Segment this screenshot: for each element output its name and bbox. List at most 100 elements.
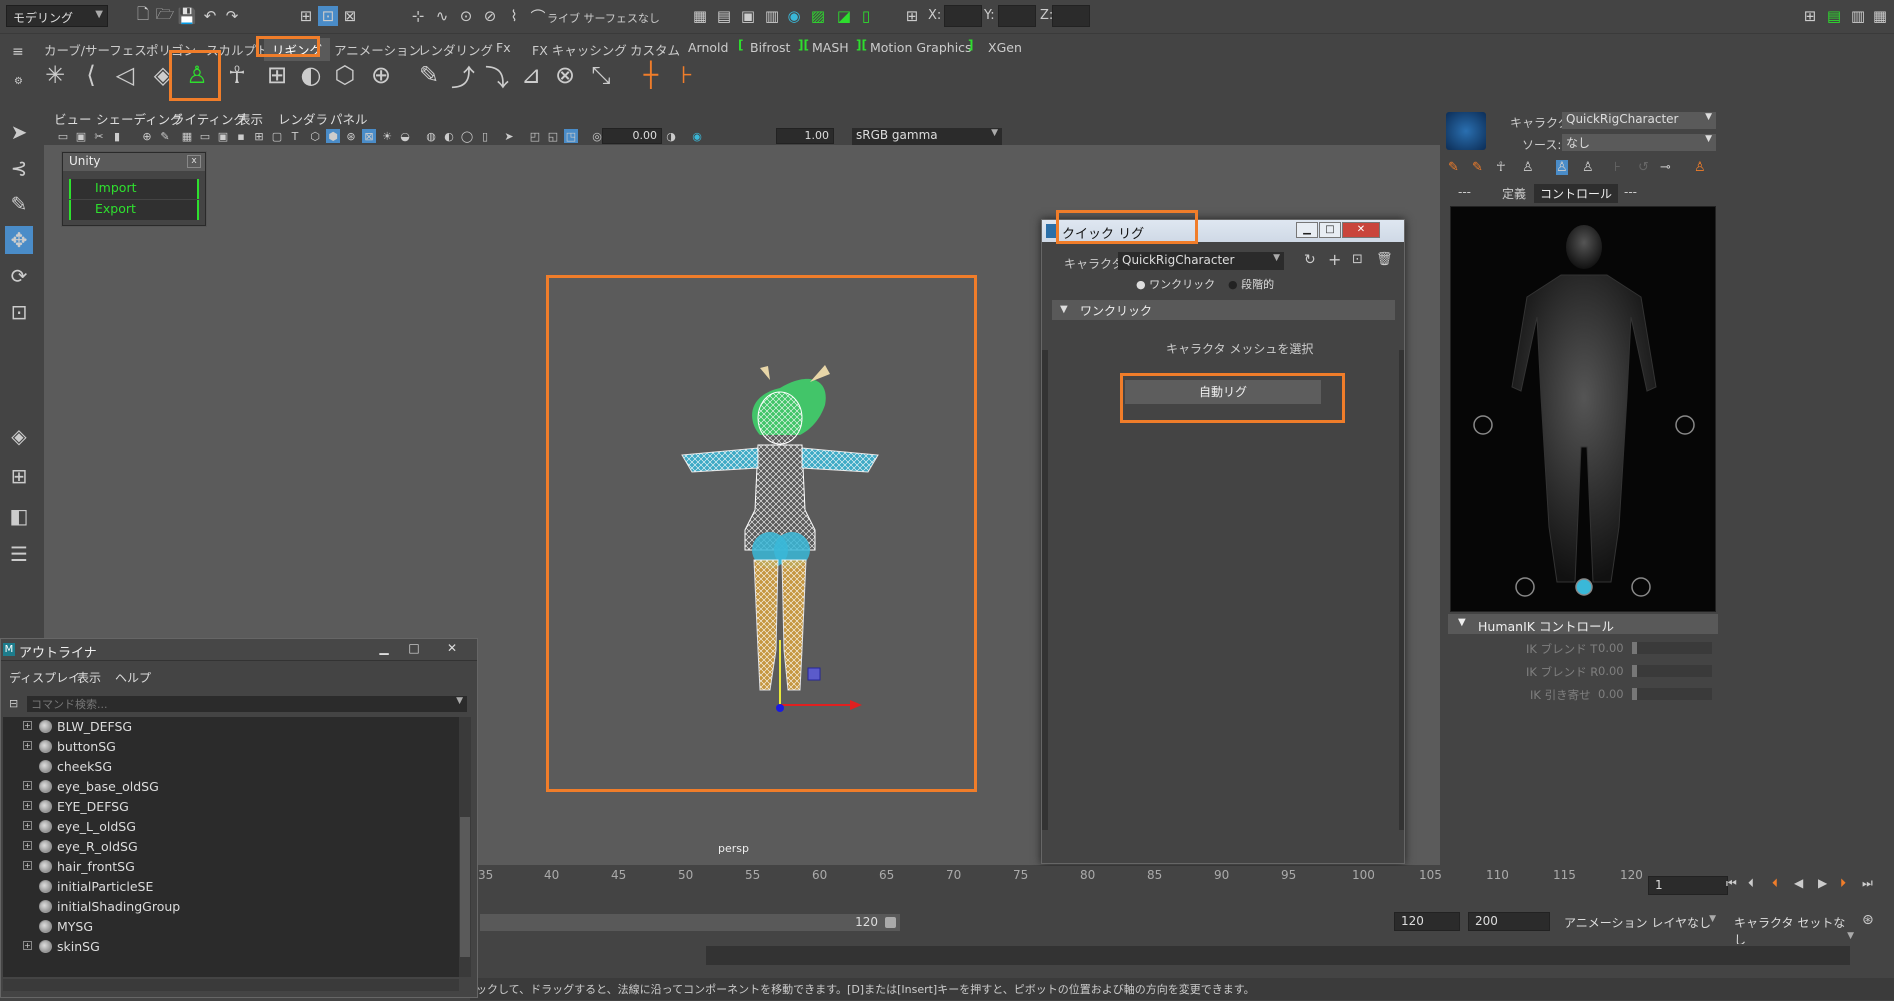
resolution-gate-icon[interactable]: ▣ [216, 129, 230, 143]
range-bar[interactable]: 120 [480, 914, 900, 931]
ik-spline-icon[interactable]: ◁ [110, 58, 140, 92]
hik-body-part-icon[interactable]: ♙ [1582, 160, 1594, 175]
film-gate-icon[interactable]: ▭ [198, 129, 212, 143]
list-item[interactable]: + EYE_DEFSG [3, 797, 459, 817]
character-wireframe[interactable] [620, 360, 940, 750]
xray-active-icon[interactable]: ◳ [564, 129, 578, 143]
dof-icon[interactable]: ▯ [478, 129, 492, 143]
expand-icon[interactable]: + [23, 941, 32, 950]
list-item[interactable]: + hair_frontSG [3, 857, 459, 877]
maximize-button[interactable]: □ [1319, 222, 1341, 238]
menu-panels[interactable]: パネル [330, 109, 368, 128]
list-item[interactable]: + buttonSG [3, 737, 459, 757]
ik-handle-icon[interactable]: ⟨ [76, 58, 106, 92]
parent-constraint-icon[interactable]: ⤴ [448, 58, 478, 92]
lattice-icon[interactable]: ⬡ [330, 58, 360, 92]
bind-skin-icon[interactable]: ⊞ [262, 58, 292, 92]
play-forward-icon[interactable]: ▶ [1818, 876, 1827, 890]
list-item[interactable]: cheekSG [3, 757, 459, 777]
attribute-editor-icon[interactable]: ▤ [1824, 6, 1844, 26]
aim-constraint-icon[interactable]: ⊗ [550, 58, 580, 92]
camera-attrs-icon[interactable]: ▣ [74, 129, 88, 143]
menu-shading[interactable]: シェーディング [96, 109, 183, 128]
one-click-section-header[interactable]: ▼ ワンクリック [1052, 300, 1395, 320]
snap-surface-icon[interactable]: ⌇ [504, 6, 524, 26]
single-layout-icon[interactable]: ◈ [5, 422, 33, 450]
move-tool-icon[interactable]: ✥ [5, 226, 33, 254]
qr-scrollbar-right[interactable] [1399, 350, 1404, 830]
hik-release-icon[interactable]: ↺ [1638, 160, 1649, 175]
hik-source-dropdown[interactable]: なし [1562, 134, 1716, 151]
channel-box-icon[interactable]: ▦ [1870, 6, 1890, 26]
hik-character-dropdown[interactable]: QuickRigCharacter [1562, 112, 1716, 129]
snap-point-icon[interactable]: ⊙ [456, 6, 476, 26]
smooth-bind-icon[interactable]: ◐ [296, 58, 326, 92]
hik-pin-icon[interactable]: ⊦ [1614, 160, 1621, 175]
ipr-render-icon[interactable]: ▣ [738, 6, 758, 26]
command-field[interactable] [706, 946, 1850, 965]
close-button[interactable]: ✕ [1342, 222, 1380, 238]
wire-on-shaded-icon[interactable]: ⊛ [344, 129, 358, 143]
unity-close-button[interactable]: x [187, 155, 201, 168]
expand-icon[interactable]: + [23, 841, 32, 850]
locator-icon[interactable]: ┼ [636, 58, 666, 92]
shadows-icon[interactable]: ◒ [398, 129, 412, 143]
character-set-dropdown[interactable]: キャラクタ セットなし [1728, 912, 1858, 947]
snap-grid-icon[interactable]: ⊹ [408, 6, 428, 26]
outliner-search-input[interactable]: コマンド検索... [27, 696, 467, 712]
expand-icon[interactable]: + [23, 741, 32, 750]
paint-weights-icon[interactable]: ✎ [414, 58, 444, 92]
outliner-menu-show[interactable]: 表示 [77, 669, 101, 686]
outliner-hscrollbar[interactable] [3, 979, 459, 991]
outliner-menu-help[interactable]: ヘルプ [115, 669, 151, 686]
motion-blur-icon[interactable]: ◐ [442, 129, 456, 143]
tab-xgen[interactable]: XGen [980, 38, 1030, 57]
hik-tab-4[interactable]: --- [1618, 184, 1643, 200]
max-frame-field[interactable]: 200 [1468, 912, 1550, 931]
modeling-toolkit-icon[interactable]: ⊞ [1800, 6, 1820, 26]
hik-tab-define[interactable]: 定義 [1496, 184, 1532, 203]
delete-icon[interactable]: 🗑 [1376, 252, 1393, 267]
safe-title-icon[interactable]: T [288, 129, 302, 143]
render-frame-icon[interactable]: ▤ [714, 6, 734, 26]
qr-scrollbar-left[interactable] [1042, 350, 1048, 830]
lights-icon[interactable]: ☀ [380, 129, 394, 143]
outliner-menu-display[interactable]: ディスプレイ [9, 669, 80, 686]
radio-step[interactable]: ● 段階的 [1228, 276, 1274, 292]
hik-edit-icon[interactable]: ✎ [1448, 160, 1459, 175]
list-item[interactable]: + eye_R_oldSG [3, 837, 459, 857]
grease-pencil-icon[interactable]: ✎ [158, 129, 172, 143]
snap-view-icon[interactable]: ⊘ [480, 6, 500, 26]
shelf-options-icon[interactable]: ⚙ [14, 76, 23, 87]
hik-stance-icon[interactable]: ♙ [1694, 160, 1706, 175]
menu-lighting[interactable]: ライティング [172, 109, 246, 128]
range-handle[interactable] [885, 917, 896, 928]
snap-curve-icon[interactable]: ∿ [432, 6, 452, 26]
arnold-render-icon[interactable]: ▨ [808, 6, 828, 26]
select-tool-icon[interactable]: ➤ [5, 118, 33, 146]
list-item[interactable]: initialParticleSE [3, 877, 459, 897]
shelf-menu-icon[interactable]: ≡ [12, 44, 24, 60]
humanik-body-view[interactable] [1450, 206, 1716, 612]
expand-icon[interactable]: + [23, 801, 32, 810]
tab-mash[interactable]: MASH [804, 38, 857, 57]
y-field[interactable] [998, 5, 1036, 27]
four-layout-icon[interactable]: ⊞ [5, 462, 33, 490]
exposure-field[interactable]: 0.00 [602, 128, 662, 144]
hik-tab-1[interactable]: --- [1452, 184, 1477, 200]
new-scene-icon[interactable]: 🗋 [133, 5, 153, 26]
auto-key-icon[interactable]: ⊛ [1862, 912, 1874, 928]
two-layout-icon[interactable]: ◧ [5, 502, 33, 530]
orient-constraint-icon[interactable]: ⊿ [516, 58, 546, 92]
aa-icon[interactable]: ◯ [460, 129, 474, 143]
unity-export-button[interactable]: Export [69, 200, 199, 220]
safe-action-icon[interactable]: ▢ [270, 129, 284, 143]
play-back-icon[interactable]: ◀ [1794, 876, 1803, 890]
unity-import-button[interactable]: Import [69, 179, 199, 199]
end-frame-field[interactable]: 120 [1394, 912, 1460, 931]
open-scene-icon[interactable]: 🗁 [155, 5, 175, 26]
auto-rig-button[interactable]: 自動リグ [1125, 380, 1321, 404]
ssao-icon[interactable]: ◍ [424, 129, 438, 143]
qr-character-dropdown[interactable]: QuickRigCharacter [1118, 252, 1284, 270]
mirror-joints-icon[interactable]: ◈ [148, 58, 178, 92]
